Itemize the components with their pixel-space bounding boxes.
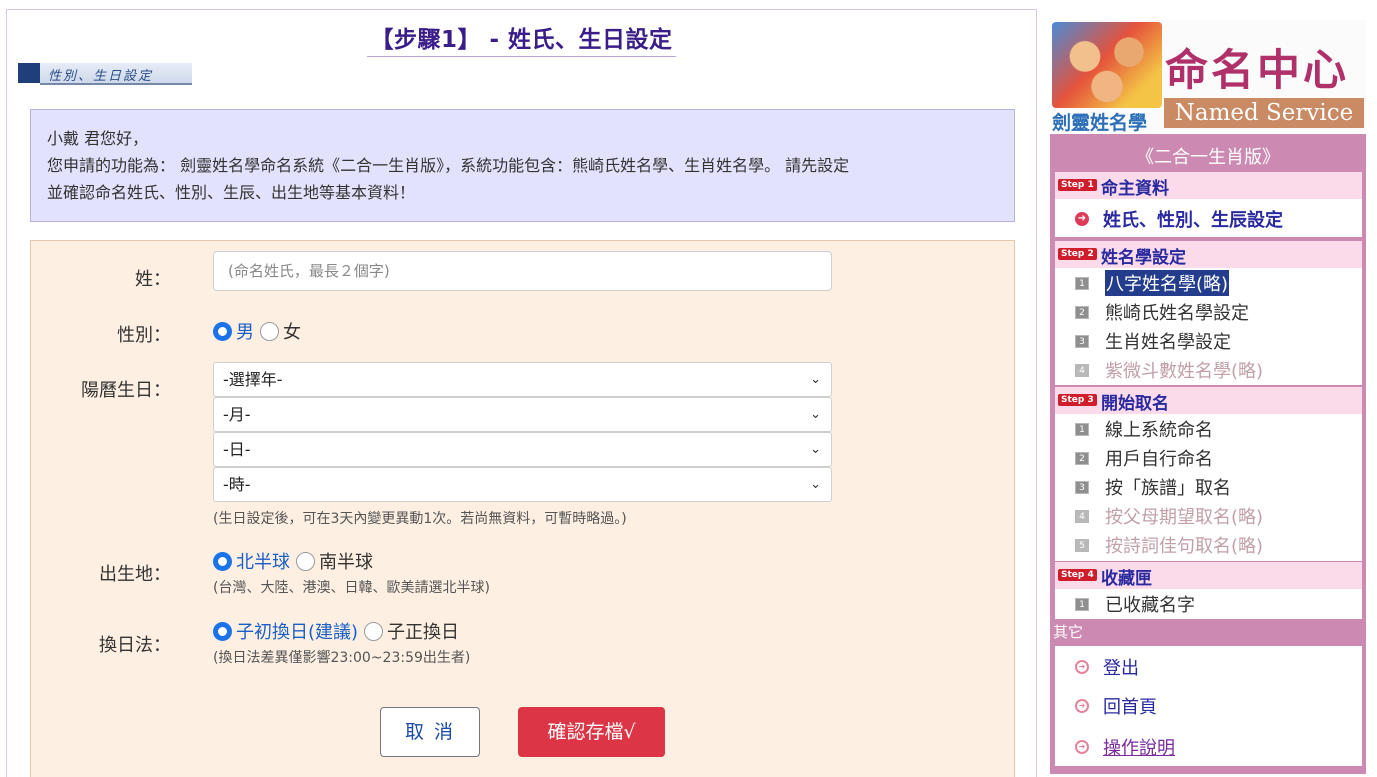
logo-mini-title: 劍靈姓名學 xyxy=(1052,112,1148,132)
gender-female-label[interactable]: 女 xyxy=(283,318,301,344)
year-select[interactable]: -選擇年- ⌄ xyxy=(213,362,832,397)
sidebar-item-poetry: 5 按詩詞佳句取名(略) xyxy=(1075,532,1263,558)
step3-list: 1 線上系統命名 2 用戶自行命名 3 按「族譜」取名 4 按父母期望取名(略)… xyxy=(1055,414,1362,561)
sidebar-item-surname-settings[interactable]: ➜ 姓氏、性別、生辰設定 xyxy=(1075,206,1283,232)
intro-box: 小戴 君您好， 您申請的功能為： 劍靈姓名學命名系統《二合一生肖版》，系統功能包… xyxy=(30,109,1015,222)
step1-header: Step 1 命主資料 xyxy=(1055,172,1362,199)
step1-tag: Step 1 xyxy=(1058,179,1097,191)
children-photo-icon xyxy=(1052,22,1162,108)
sidebar-item-zodiac[interactable]: 3 生肖姓名學設定 xyxy=(1075,328,1231,354)
chevron-down-icon: ⌄ xyxy=(810,442,821,457)
intro-instruction: 並確認命名姓氏、性別、生辰、出生地等基本資料！ xyxy=(47,183,416,202)
sidebar-item-genealogy[interactable]: 3 按「族譜」取名 xyxy=(1075,474,1231,500)
arrow-right-icon: ➜ xyxy=(1075,212,1089,226)
step4-tag: Step 4 xyxy=(1058,569,1097,581)
chevron-down-icon: ⌄ xyxy=(810,372,821,387)
gender-male-radio[interactable] xyxy=(213,321,232,341)
step4-label: 收藏匣 xyxy=(1101,569,1152,589)
southern-hemisphere-label[interactable]: 南半球 xyxy=(319,548,373,574)
step1-list: ➜ 姓氏、性別、生辰設定 xyxy=(1055,199,1362,237)
chevron-down-icon: ⌄ xyxy=(810,407,821,422)
save-button[interactable]: 確認存檔√ xyxy=(518,707,665,757)
intro-description: 您申請的功能為： 劍靈姓名學命名系統《二合一生肖版》，系統功能包含：熊崎氏姓名學… xyxy=(47,156,850,175)
birthday-hint: (生日設定後，可在3天內變更異動1次。若尚無資料，可暫時略過。) xyxy=(213,511,627,527)
banner-square xyxy=(18,63,40,83)
cancel-button[interactable]: 取 消 xyxy=(380,707,480,757)
sidebar-item-bazi[interactable]: 1 八字姓名學(略) xyxy=(1075,270,1230,296)
hour-select[interactable]: -時- ⌄ xyxy=(213,467,832,502)
other-list: ➜ 登出 ➜ 回首頁 ➜ 操作說明 xyxy=(1055,646,1362,766)
sidebar-item-home[interactable]: ➜ 回首頁 xyxy=(1075,693,1157,719)
sidebar-item-ziwei: 4 紫微斗數姓名學(略) xyxy=(1075,357,1263,383)
sidebar-item-help[interactable]: ➜ 操作說明 xyxy=(1075,734,1175,760)
step3-label: 開始取名 xyxy=(1101,394,1169,414)
birthplace-radio-group: 北半球 南半球 xyxy=(213,548,373,574)
section-banner-label: 性別、生日設定 xyxy=(48,69,154,84)
arrow-right-icon: ➜ xyxy=(1075,699,1089,713)
step2-header: Step 2 姓名學設定 xyxy=(1055,241,1362,268)
chevron-down-icon: ⌄ xyxy=(810,477,821,492)
surname-input[interactable]: (命名姓氏，最長２個字) xyxy=(213,251,832,291)
birthplace-hint: (台灣、大陸、港澳、日韓、歐美請選北半球) xyxy=(213,580,490,596)
step3-tag: Step 3 xyxy=(1058,394,1097,406)
dayswitch-hint: (換日法差異僅影響23:00~23:59出生者) xyxy=(213,650,471,666)
logo-title: 命名中心 xyxy=(1165,46,1349,96)
step4-header: Step 4 收藏匣 xyxy=(1055,562,1362,589)
settings-form: 姓： (命名姓氏，最長２個字) 性別： 男 女 陽曆生日： -選擇年- ⌄ -月… xyxy=(30,240,1015,777)
logo-subtitle: Named Service xyxy=(1164,98,1364,128)
sidebar-item-self-naming[interactable]: 2 用戶自行命名 xyxy=(1075,445,1213,471)
zizheng-radio[interactable] xyxy=(364,621,384,641)
arrow-right-icon: ➜ xyxy=(1075,660,1089,674)
birthplace-label: 出生地： xyxy=(99,564,171,585)
step2-label: 姓名學設定 xyxy=(1101,248,1186,268)
day-select[interactable]: -日- ⌄ xyxy=(213,432,832,467)
section-banner: 性別、生日設定 xyxy=(18,61,192,88)
page-title-wrap: 【步驟1】 - 姓氏、生日設定 xyxy=(7,20,1036,57)
sidebar-item-online-naming[interactable]: 1 線上系統命名 xyxy=(1075,416,1213,442)
step3-header: Step 3 開始取名 xyxy=(1055,387,1362,414)
page-title: 【步驟1】 - 姓氏、生日設定 xyxy=(367,20,676,57)
gender-label: 性別： xyxy=(117,325,171,346)
hour-select-value: -時- xyxy=(223,475,251,494)
zichu-radio[interactable] xyxy=(213,621,232,641)
zichu-label[interactable]: 子初換日(建議) xyxy=(236,618,358,644)
month-select-value: -月- xyxy=(223,405,251,424)
month-select[interactable]: -月- ⌄ xyxy=(213,397,832,432)
step4-list: 1 已收藏名字 xyxy=(1055,589,1362,619)
gender-radio-group: 男 女 xyxy=(213,318,301,344)
arrow-right-icon: ➜ xyxy=(1075,740,1089,754)
zizheng-label[interactable]: 子正換日 xyxy=(387,618,459,644)
main-panel: 【步驟1】 - 姓氏、生日設定 性別、生日設定 小戴 君您好， 您申請的功能為：… xyxy=(6,9,1037,777)
northern-hemisphere-label[interactable]: 北半球 xyxy=(236,548,290,574)
sidebar: 命名中心 劍靈姓名學 Named Service 《二合一生肖版》 Step 1… xyxy=(1050,20,1366,777)
surname-label: 姓： xyxy=(135,269,171,290)
gender-female-radio[interactable] xyxy=(260,321,279,341)
dayswitch-radio-group: 子初換日(建議) 子正換日 xyxy=(213,618,459,644)
sidebar-menu: 《二合一生肖版》 Step 1 命主資料 ➜ 姓氏、性別、生辰設定 Step 2… xyxy=(1050,134,1366,774)
step1-label: 命主資料 xyxy=(1101,179,1169,199)
edition-title: 《二合一生肖版》 xyxy=(1136,147,1280,168)
other-header: 其它 xyxy=(1053,623,1084,641)
birthday-label: 陽曆生日： xyxy=(81,380,171,401)
intro-greeting: 小戴 君您好， xyxy=(47,129,149,148)
southern-hemisphere-radio[interactable] xyxy=(296,551,315,571)
day-select-value: -日- xyxy=(223,440,251,459)
step2-list: 1 八字姓名學(略) 2 熊崎氏姓名學設定 3 生肖姓名學設定 4 紫微斗數姓名… xyxy=(1055,268,1362,385)
sidebar-item-kumazaki[interactable]: 2 熊崎氏姓名學設定 xyxy=(1075,299,1249,325)
northern-hemisphere-radio[interactable] xyxy=(213,551,232,571)
sidebar-item-parents-wish: 4 按父母期望取名(略) xyxy=(1075,503,1263,529)
dayswitch-label: 換日法： xyxy=(99,635,171,656)
sidebar-item-logout[interactable]: ➜ 登出 xyxy=(1075,654,1139,680)
gender-male-label[interactable]: 男 xyxy=(236,318,254,344)
step2-tag: Step 2 xyxy=(1058,248,1097,260)
logo: 命名中心 劍靈姓名學 Named Service xyxy=(1050,20,1366,132)
year-select-value: -選擇年- xyxy=(223,370,283,389)
sidebar-item-saved-names[interactable]: 1 已收藏名字 xyxy=(1075,591,1195,617)
